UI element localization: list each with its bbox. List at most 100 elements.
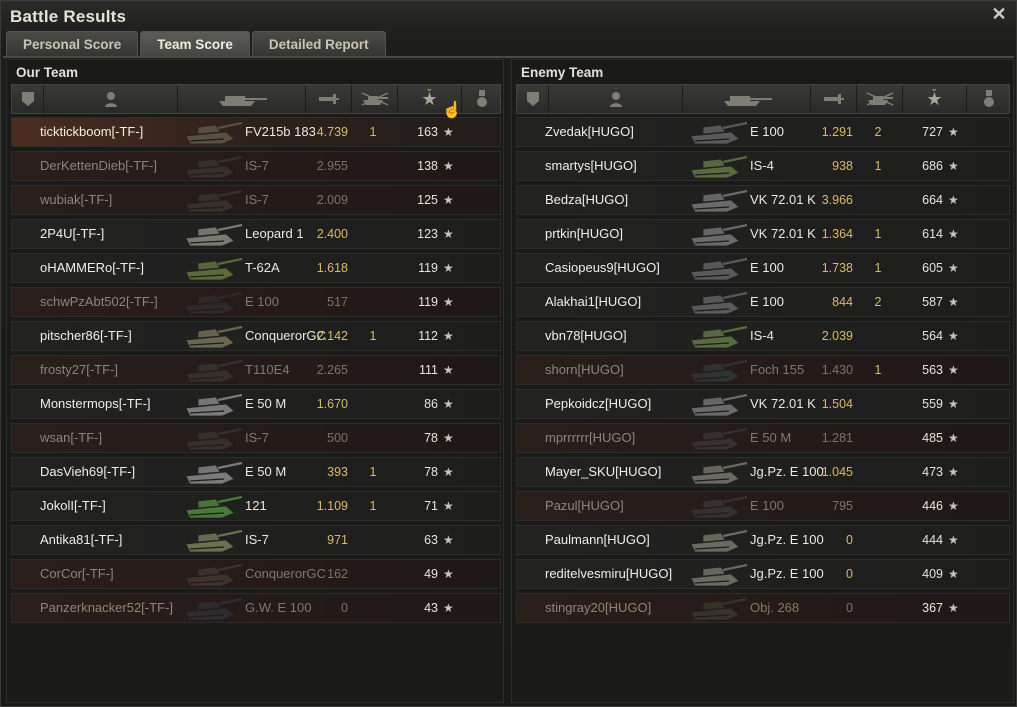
damage-value: 1.618 [316, 261, 348, 275]
table-row[interactable]: Antika81[-TF-] IS-7 971 63 ★ [11, 525, 501, 555]
player-name: wubiak[-TF-] [40, 192, 113, 207]
damage-value: 2.400 [316, 227, 348, 241]
table-row[interactable]: Mayer_SKU[HUGO] Jg.Pz. E 100 1.045 473 ★ [516, 457, 1010, 487]
damage-value: 3.966 [821, 193, 853, 207]
table-row[interactable]: Pazul[HUGO] E 100 795 446 ★ [516, 491, 1010, 521]
table-row[interactable]: reditelvesmiru[HUGO] Jg.Pz. E 100 0 409 … [516, 559, 1010, 589]
xp-value: 446 [922, 499, 943, 513]
table-row[interactable]: prtkin[HUGO] VK 72.01 K 1.364 1 614 ★ [516, 219, 1010, 249]
tank-name: T-62A [245, 260, 280, 275]
table-row[interactable]: Panzerknacker52[-TF-] G.W. E 100 0 43 ★ [11, 593, 501, 623]
tank-image-icon [690, 223, 748, 247]
table-row[interactable]: mprrrrrr[HUGO] E 50 M 1.281 485 ★ [516, 423, 1010, 453]
tank-column-header[interactable] [683, 85, 811, 113]
tank-name: IS-4 [750, 158, 774, 173]
kills-value [358, 594, 388, 622]
table-row[interactable]: Monstermops[-TF-] E 50 M 1.670 86 ★ [11, 389, 501, 419]
our-team-panel: Our Team ⌄ ★ ticktickboom[-TF-] FV215b 1… [6, 59, 504, 703]
table-row[interactable]: smartys[HUGO] IS-4 938 1 686 ★ [516, 151, 1010, 181]
tank-image-icon [690, 563, 748, 587]
tank-name: E 100 [750, 498, 784, 513]
tab-detailed-report[interactable]: Detailed Report [251, 31, 386, 57]
xp-value: 409 [922, 567, 943, 581]
xp-column-header[interactable]: ⌄ ★ [903, 83, 967, 113]
star-icon: ★ [948, 159, 959, 173]
damage-column-header[interactable] [306, 85, 352, 113]
tank-column-header[interactable] [178, 85, 306, 113]
table-row[interactable]: Alakhai1[HUGO] E 100 844 2 587 ★ [516, 287, 1010, 317]
tank-name: IS-7 [245, 532, 269, 547]
table-row[interactable]: pitscher86[-TF-] ConquerorGC 2.142 1 112… [11, 321, 501, 351]
player-icon [104, 92, 117, 107]
tank-image-icon [185, 393, 243, 417]
table-row[interactable]: wsan[-TF-] IS-7 500 78 ★ [11, 423, 501, 453]
kills-value [863, 458, 893, 486]
kills-column-header[interactable] [352, 85, 398, 113]
tank-image-icon [690, 461, 748, 485]
table-row[interactable]: DerKettenDieb[-TF-] IS-7 2.955 138 ★ [11, 151, 501, 181]
table-row[interactable]: Casiopeus9[HUGO] E 100 1.738 1 605 ★ [516, 253, 1010, 283]
table-row[interactable]: oHAMMERo[-TF-] T-62A 1.618 119 ★ [11, 253, 501, 283]
kills-value: 2 [874, 295, 882, 309]
tank-image-icon [185, 257, 243, 281]
xp-value: 367 [922, 601, 943, 615]
table-row[interactable]: CorCor[-TF-] ConquerorGC 162 49 ★ [11, 559, 501, 589]
xp-value: 587 [922, 295, 943, 309]
star-icon: ★ [948, 397, 959, 411]
tank-name: IS-7 [245, 430, 269, 445]
star-icon: ★ [443, 499, 454, 513]
star-icon: ★ [948, 499, 959, 513]
xp-value: 119 [418, 295, 438, 309]
player-name: Bedza[HUGO] [545, 192, 629, 207]
table-row[interactable]: vbn78[HUGO] IS-4 2.039 564 ★ [516, 321, 1010, 351]
table-row[interactable]: Bedza[HUGO] VK 72.01 K 3.966 664 ★ [516, 185, 1010, 215]
xp-value: 563 [922, 363, 943, 377]
table-row[interactable]: DasVieh69[-TF-] E 50 M 393 1 78 ★ [11, 457, 501, 487]
player-name: Monstermops[-TF-] [40, 396, 151, 411]
table-row[interactable]: frosty27[-TF-] T110E4 2.265 111 ★ [11, 355, 501, 385]
tank-image-icon [690, 291, 748, 315]
tab-team-score[interactable]: Team Score [140, 31, 250, 57]
medal-column-header[interactable] [967, 85, 1011, 113]
kills-value: 1 [874, 363, 882, 377]
star-icon: ★ [948, 601, 959, 615]
kills-value [863, 186, 893, 214]
table-row[interactable]: JokolI[-TF-] 121 1.109 1 71 ★ [11, 491, 501, 521]
xp-value: 125 [417, 193, 438, 207]
table-row[interactable]: wubiak[-TF-] IS-7 2.009 125 ★ [11, 185, 501, 215]
rank-column-header[interactable] [517, 85, 549, 113]
kills-value [863, 390, 893, 418]
damage-value: 1.670 [316, 397, 348, 411]
tank-image-icon [185, 121, 243, 145]
kills-value: 1 [874, 227, 882, 241]
xp-value: 43 [424, 601, 438, 615]
player-name: Alakhai1[HUGO] [545, 294, 642, 309]
damage-value: 2.955 [316, 159, 348, 173]
player-name: JokolI[-TF-] [40, 498, 106, 513]
table-row[interactable]: Zvedak[HUGO] E 100 1.291 2 727 ★ [516, 117, 1010, 147]
tank-image-icon [690, 495, 748, 519]
close-icon[interactable]: ✕ [989, 4, 1009, 24]
table-row[interactable]: 2P4U[-TF-] Leopard 1 2.400 123 ★ [11, 219, 501, 249]
medal-column-header[interactable] [462, 85, 502, 113]
tank-image-icon [690, 597, 748, 621]
table-row[interactable]: schwPzAbt502[-TF-] E 100 517 119 ★ [11, 287, 501, 317]
player-column-header[interactable] [44, 85, 178, 113]
player-name: DasVieh69[-TF-] [40, 464, 136, 479]
kills-icon [361, 92, 388, 106]
sort-caret-icon: ⌄ [425, 83, 434, 93]
table-row[interactable]: stingray20[HUGO] Obj. 268 0 367 ★ [516, 593, 1010, 623]
rank-column-header[interactable] [12, 85, 44, 113]
kills-column-header[interactable] [857, 85, 903, 113]
player-column-header[interactable] [549, 85, 683, 113]
table-row[interactable]: Paulmann[HUGO] Jg.Pz. E 100 0 444 ★ [516, 525, 1010, 555]
tank-image-icon [185, 529, 243, 553]
xp-value: 444 [922, 533, 943, 547]
table-row[interactable]: ticktickboom[-TF-] FV215b 183 4.739 1 16… [11, 117, 501, 147]
tab-personal-score[interactable]: Personal Score [6, 31, 139, 57]
tank-name: Leopard 1 [245, 226, 304, 241]
tank-name: 121 [245, 498, 267, 513]
table-row[interactable]: shorn[HUGO] Foch 155 1.430 1 563 ★ [516, 355, 1010, 385]
table-row[interactable]: Pepkoidcz[HUGO] VK 72.01 K 1.504 559 ★ [516, 389, 1010, 419]
damage-column-header[interactable] [811, 85, 857, 113]
